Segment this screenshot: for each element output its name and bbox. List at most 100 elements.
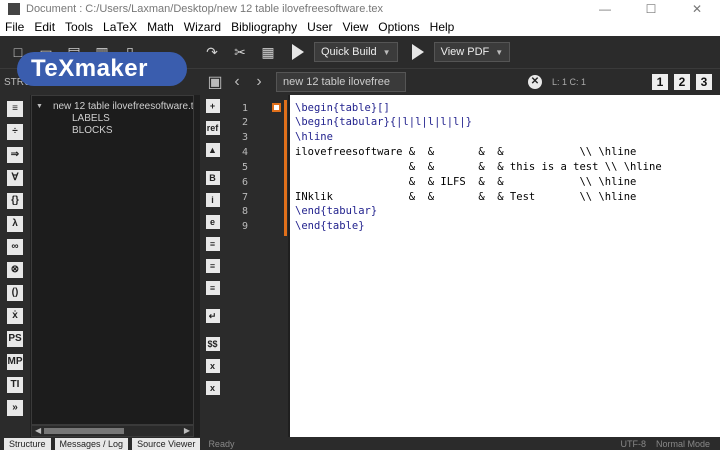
code-line[interactable]: INklik & & & & Test \\ \hline <box>295 191 636 205</box>
line-number: 4 <box>241 147 248 158</box>
code-line[interactable]: \begin{tabular}{|l|l|l|l|l|} <box>295 116 472 130</box>
new-line-icon[interactable]: ↵ <box>205 309 220 323</box>
relation-symbols-icon[interactable]: ÷ <box>7 124 23 140</box>
maximize-button[interactable]: ☐ <box>628 2 674 16</box>
menu-help[interactable]: Help <box>425 20 460 34</box>
tree-item-document[interactable]: ▼ new 12 table ilovefreesoftware.tex <box>32 100 193 113</box>
delimiters-icon[interactable]: {} <box>7 193 23 209</box>
menu-options[interactable]: Options <box>373 20 424 34</box>
metapost-icon[interactable]: MP <box>7 354 23 370</box>
menu-bibliography[interactable]: Bibliography <box>226 20 302 34</box>
messages-log-tab[interactable]: Messages / Log <box>54 437 129 450</box>
code-line[interactable]: \hline <box>295 131 333 145</box>
structure-scrollbar[interactable]: ◀ ▶ <box>31 425 194 437</box>
chevron-down-icon: ▼ <box>382 47 391 57</box>
align-right-icon[interactable]: ≡ <box>205 281 220 295</box>
code-line[interactable]: \end{tabular} <box>295 205 377 219</box>
encoding-status: UTF-8 <box>620 438 646 449</box>
menu-user[interactable]: User <box>302 20 337 34</box>
insert-image-icon[interactable]: ▲ <box>205 143 220 157</box>
subscript-icon[interactable]: x <box>205 359 220 373</box>
view-select[interactable]: View PDF ▼ <box>433 42 511 62</box>
close-document-icon[interactable]: ✕ <box>528 75 542 89</box>
brackets-icon[interactable]: () <box>7 285 23 301</box>
insert-section-icon[interactable]: + <box>205 99 220 113</box>
ready-status: Ready <box>208 438 235 449</box>
line-number: 8 <box>241 206 248 217</box>
source-viewer-tab[interactable]: Source Viewer <box>132 437 201 450</box>
structure-panel: ▼ new 12 table ilovefreesoftware.tex LAB… <box>31 95 194 425</box>
run-build-icon[interactable] <box>292 44 304 60</box>
pstricks-icon[interactable]: PS <box>7 331 23 347</box>
menu-view[interactable]: View <box>338 20 374 34</box>
view-button-2[interactable]: 2 <box>674 74 690 90</box>
bold-icon[interactable]: B <box>205 171 220 185</box>
code-line[interactable]: \end{table} <box>295 220 365 234</box>
menu-file[interactable]: File <box>0 20 29 34</box>
bookmark-icon[interactable] <box>272 103 281 112</box>
previous-document-icon[interactable]: ‹ <box>226 73 248 91</box>
code-line[interactable]: \begin{table}[] <box>295 102 390 116</box>
code-line[interactable]: & & ILFS & & \\ \hline <box>295 176 637 190</box>
misc-symbols-icon[interactable]: ∀ <box>7 170 23 186</box>
cut-icon[interactable]: ✂ <box>232 44 248 60</box>
align-left-icon[interactable]: ≡ <box>205 237 220 251</box>
window-title: Document : C:/Users/Laxman/Desktop/new 1… <box>26 2 384 15</box>
latex-tool-column: + ref ▲ B i e ≡ ≡ ≡ ↵ $$ x x <box>200 95 225 437</box>
code-editor[interactable]: \begin{table}[] \begin{tabular}{|l|l|l|l… <box>290 95 720 437</box>
modified-lines-marker <box>284 100 287 236</box>
structure-tab[interactable]: Structure <box>4 437 51 450</box>
emphasis-icon[interactable]: e <box>205 215 220 229</box>
italic-icon[interactable]: i <box>205 193 220 207</box>
structure-tool-column: ≡ ÷ ⇒ ∀ {} λ ∞ ⊗ () ẋ PS MP TI » <box>0 95 30 437</box>
view-button-1[interactable]: 1 <box>652 74 668 90</box>
menu-edit[interactable]: Edit <box>29 20 60 34</box>
tree-item-labels[interactable]: LABELS <box>32 113 193 125</box>
settings-icon[interactable]: ▣ <box>204 72 226 92</box>
greek-letters-icon[interactable]: λ <box>7 216 23 232</box>
window-controls: — ☐ ✕ <box>582 2 720 16</box>
close-button[interactable]: ✕ <box>674 2 720 16</box>
redo-icon[interactable]: ↷ <box>204 44 220 60</box>
menu-math[interactable]: Math <box>142 20 179 34</box>
chevron-down-icon: ▼ <box>495 47 504 57</box>
line-number: 5 <box>241 162 248 173</box>
line-number: 9 <box>241 221 248 232</box>
scrollbar-thumb[interactable] <box>44 428 124 434</box>
accents-icon[interactable]: ẋ <box>7 308 23 324</box>
view-buttons: 1 2 3 <box>646 74 712 90</box>
math-mode-icon[interactable]: $$ <box>205 337 220 351</box>
mode-status: Normal Mode <box>655 438 710 449</box>
tikz-icon[interactable]: TI <box>7 377 23 393</box>
run-view-icon[interactable] <box>411 44 424 60</box>
more-icon[interactable]: » <box>7 400 23 416</box>
infinity-symbols-icon[interactable]: ∞ <box>7 239 23 255</box>
menu-tools[interactable]: Tools <box>60 20 98 34</box>
status-bar: Structure Messages / Log Source Viewer R… <box>0 437 720 450</box>
minimize-button[interactable]: — <box>582 2 628 16</box>
structure-view-icon[interactable]: ≡ <box>7 101 23 117</box>
line-number: 1 <box>241 103 248 114</box>
code-line[interactable]: ilovefreesoftware & & & & \\ \hline <box>295 146 636 160</box>
tree-item-blocks[interactable]: BLOCKS <box>32 125 193 137</box>
document-select[interactable]: new 12 table ilovefree <box>276 72 406 92</box>
line-number-gutter: 1 2 3 4 5 6 7 8 9 <box>225 95 288 437</box>
menu-wizard[interactable]: Wizard <box>179 20 226 34</box>
next-document-icon[interactable]: › <box>248 73 270 91</box>
expand-triangle-icon[interactable]: ▼ <box>36 103 43 110</box>
code-line[interactable]: & & & & this is a test \\ \hline <box>295 161 662 175</box>
align-center-icon[interactable]: ≡ <box>205 259 220 273</box>
line-number: 2 <box>241 117 248 128</box>
build-select[interactable]: Quick Build ▼ <box>314 42 398 62</box>
scroll-right-icon[interactable]: ▶ <box>184 426 190 435</box>
superscript-icon[interactable]: x <box>205 381 220 395</box>
line-number: 6 <box>241 177 248 188</box>
insert-ref-icon[interactable]: ref <box>205 121 220 135</box>
arrow-symbols-icon[interactable]: ⇒ <box>7 147 23 163</box>
paste-icon[interactable]: ▦ <box>260 44 276 60</box>
view-button-3[interactable]: 3 <box>696 74 712 90</box>
menu-latex[interactable]: LaTeX <box>98 20 142 34</box>
cursor-position: L: 1 C: 1 <box>552 77 587 87</box>
operators-icon[interactable]: ⊗ <box>7 262 23 278</box>
scroll-left-icon[interactable]: ◀ <box>35 426 41 435</box>
